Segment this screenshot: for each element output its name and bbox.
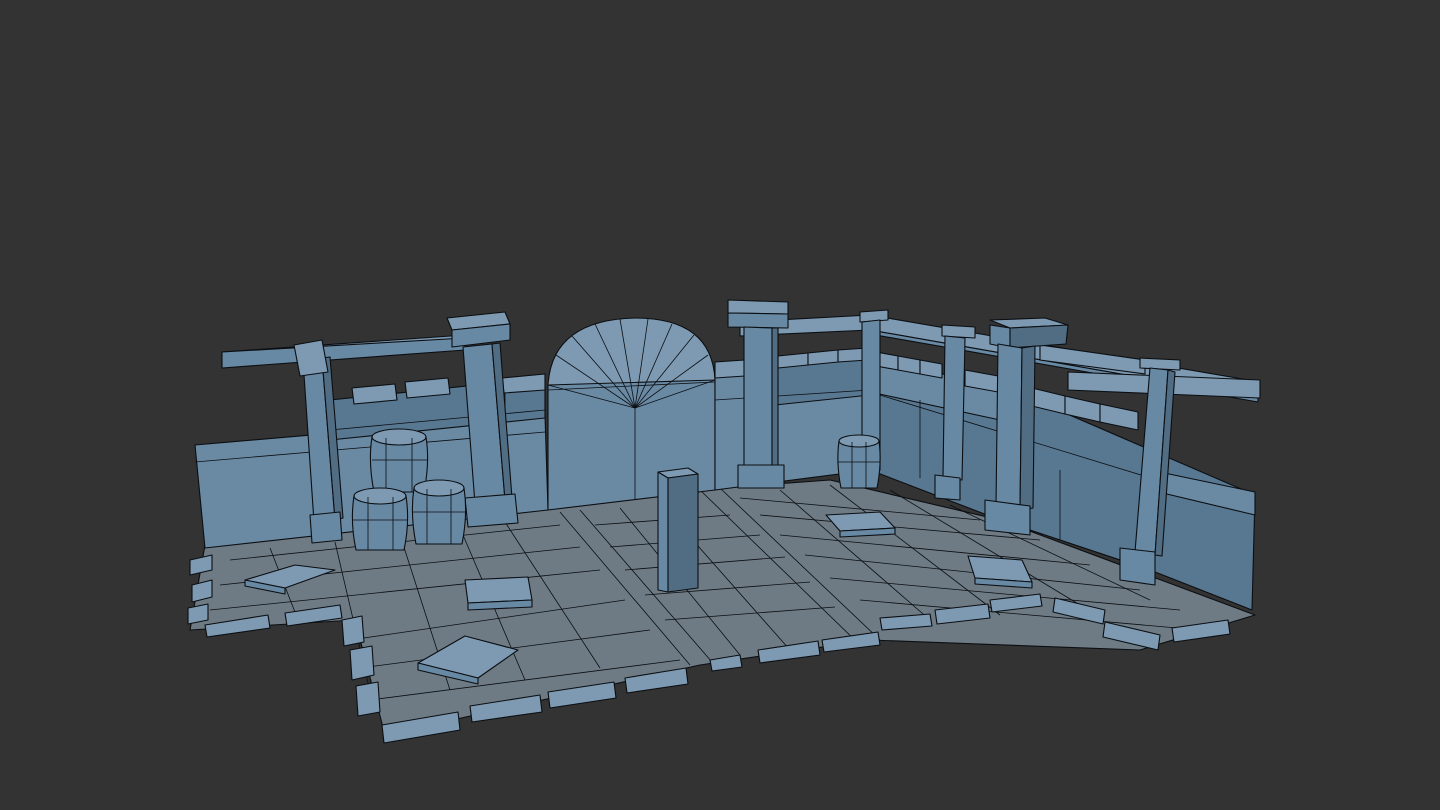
barrel xyxy=(411,479,467,545)
center-post xyxy=(657,467,699,593)
scene-render xyxy=(187,299,1261,744)
3d-viewport[interactable] xyxy=(0,0,1440,810)
barrel xyxy=(837,434,881,489)
barrel xyxy=(351,487,409,551)
